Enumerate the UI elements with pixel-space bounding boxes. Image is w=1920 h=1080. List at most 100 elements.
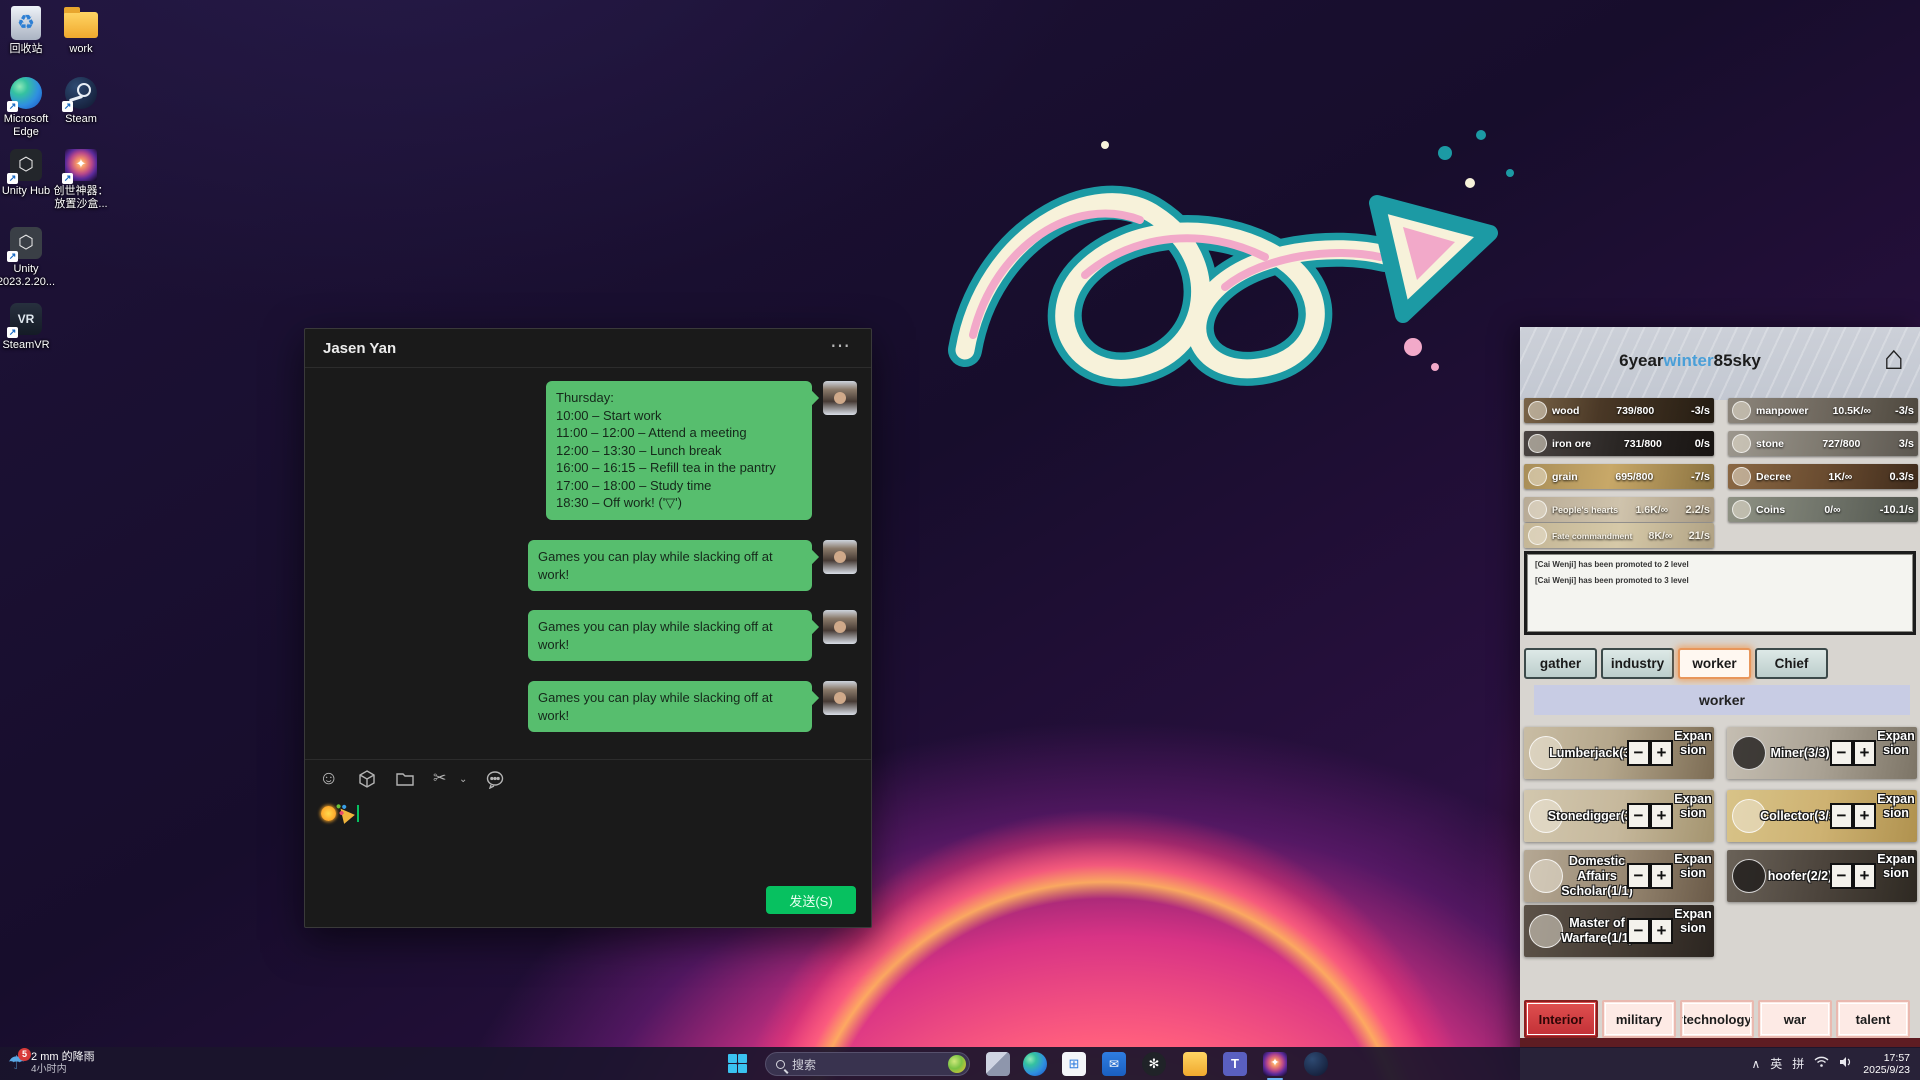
increase-worker-button[interactable]: +	[1650, 803, 1673, 829]
increase-worker-button[interactable]: +	[1650, 740, 1673, 766]
teams-icon[interactable]: T	[1223, 1052, 1247, 1076]
resource-rate: -3/s	[1691, 405, 1710, 417]
increase-worker-button[interactable]: +	[1650, 918, 1673, 944]
chat-history-icon[interactable]	[485, 769, 505, 789]
recycle-bin-icon: ♻	[11, 6, 41, 40]
expansion-button[interactable]: Expansion	[1673, 907, 1713, 935]
increase-worker-button[interactable]: +	[1853, 803, 1876, 829]
worker-portrait-icon	[1732, 736, 1766, 770]
tab-talent[interactable]: talent	[1836, 1000, 1910, 1038]
worker-card-master-of-warfare: Master of Warfare(1/1) − + Expansion	[1524, 905, 1714, 957]
resource-decree[interactable]: Decree 1K/∞ 0.3/s	[1728, 464, 1918, 489]
resource-value: 1K/∞	[1828, 471, 1852, 483]
avatar[interactable]	[823, 681, 857, 715]
unity-hub-icon: ⬡	[10, 149, 42, 181]
tab-war[interactable]: war	[1758, 1000, 1832, 1038]
edge-taskbar-icon[interactable]	[1023, 1052, 1047, 1076]
resource-icon	[1528, 467, 1547, 486]
resource-iron-ore[interactable]: iron ore 731/800 0/s	[1524, 431, 1714, 456]
icon-label: 回收站	[10, 43, 43, 56]
decrease-worker-button[interactable]: −	[1830, 803, 1853, 829]
folder-icon[interactable]	[395, 769, 415, 789]
avatar[interactable]	[823, 610, 857, 644]
text-caret	[357, 805, 359, 822]
log-line: [Cai Wenji] has been promoted to 2 level	[1535, 560, 1905, 569]
expansion-button[interactable]: Expansion	[1673, 792, 1713, 820]
emoji-icon[interactable]: ☺	[319, 769, 339, 789]
increase-worker-button[interactable]: +	[1853, 863, 1876, 889]
resource-name: Coins	[1756, 504, 1785, 516]
avatar[interactable]	[823, 381, 857, 415]
expansion-button[interactable]: Expansion	[1673, 729, 1713, 757]
desktop-icon-steamvr[interactable]: VR SteamVR	[0, 302, 62, 352]
decrease-worker-button[interactable]: −	[1627, 918, 1650, 944]
ime-language-button[interactable]: 英	[1770, 1055, 1782, 1072]
tab-industry[interactable]: industry	[1601, 648, 1674, 679]
clock[interactable]: 17:57 2025/9/23	[1863, 1052, 1910, 1076]
file-transfer-icon[interactable]	[357, 769, 377, 789]
chatgpt-icon[interactable]: ✻	[1142, 1052, 1166, 1076]
resource-wood[interactable]: wood 739/800 -3/s	[1524, 398, 1714, 423]
resource-value: 10.5K/∞	[1833, 405, 1871, 417]
input-toolbar: ☺ ✂ ⌄	[319, 769, 505, 789]
tab-technology[interactable]: technology	[1680, 1000, 1754, 1038]
start-button[interactable]	[728, 1054, 748, 1074]
tab-interior[interactable]: Interior	[1524, 1000, 1598, 1038]
wifi-icon[interactable]	[1814, 1055, 1829, 1073]
task-view-button[interactable]	[986, 1052, 1010, 1076]
send-button[interactable]: 发送(S)	[766, 886, 856, 914]
resource-value: 0/∞	[1824, 504, 1840, 516]
steam-taskbar-icon[interactable]	[1304, 1052, 1328, 1076]
resource-peoples-hearts[interactable]: People's hearts 1.6K/∞ 2.2/s	[1524, 497, 1714, 522]
home-icon[interactable]: ⌂	[1883, 339, 1904, 378]
resource-value: 731/800	[1624, 438, 1662, 450]
expansion-button[interactable]: Expansion	[1673, 852, 1713, 880]
decrease-worker-button[interactable]: −	[1627, 863, 1650, 889]
title-part-blue: winter	[1664, 351, 1714, 370]
genesis-game-taskbar-icon[interactable]: ✦	[1263, 1052, 1287, 1076]
message-input[interactable]	[321, 805, 359, 822]
tab-chief[interactable]: Chief	[1755, 648, 1828, 679]
file-explorer-icon[interactable]	[1183, 1052, 1207, 1076]
expansion-button[interactable]: Expansion	[1876, 852, 1916, 880]
tray-chevron-icon[interactable]: ∧	[1751, 1057, 1760, 1071]
ime-mode-button[interactable]: 拼	[1792, 1055, 1804, 1072]
resource-coins[interactable]: Coins 0/∞ -10.1/s	[1728, 497, 1918, 522]
resource-rate: -10.1/s	[1880, 504, 1914, 516]
decrease-worker-button[interactable]: −	[1830, 740, 1853, 766]
resource-icon	[1732, 500, 1751, 519]
icon-label: SteamVR	[2, 339, 49, 352]
increase-worker-button[interactable]: +	[1853, 740, 1876, 766]
worker-card-domestic-affairs-scholar: Domestic Affairs Scholar(1/1) − + Expans…	[1524, 850, 1714, 902]
resource-fate-commandment[interactable]: Fate commandment 8K/∞ 21/s	[1524, 523, 1714, 548]
resource-grain[interactable]: grain 695/800 -7/s	[1524, 464, 1714, 489]
weather-line2: 4小时内	[31, 1064, 95, 1076]
avatar[interactable]	[823, 540, 857, 574]
volume-icon[interactable]	[1839, 1055, 1853, 1073]
desktop-icon-genesis-game[interactable]: ✦ 创世神器： 放置沙盒...	[45, 148, 117, 211]
tab-military[interactable]: military	[1602, 1000, 1676, 1038]
resource-stone[interactable]: stone 727/800 3/s	[1728, 431, 1918, 456]
decrease-worker-button[interactable]: −	[1830, 863, 1853, 889]
desktop-icon-work-folder[interactable]: work	[45, 6, 117, 56]
screenshot-icon[interactable]: ✂	[433, 769, 453, 789]
tab-worker[interactable]: worker	[1678, 648, 1751, 679]
expansion-button[interactable]: Expansion	[1876, 792, 1916, 820]
resource-manpower[interactable]: manpower 10.5K/∞ -3/s	[1728, 398, 1918, 423]
decrease-worker-button[interactable]: −	[1627, 740, 1650, 766]
expansion-button[interactable]: Expansion	[1876, 729, 1916, 757]
outlook-icon[interactable]: ✉	[1102, 1052, 1126, 1076]
search-box[interactable]: 搜索	[765, 1052, 970, 1076]
section-header: worker	[1534, 685, 1910, 715]
weather-widget[interactable]: ☂5 2 mm 的降雨 4小时内	[8, 1051, 95, 1076]
desktop-icon-unity-editor[interactable]: ⬡ Unity 2023.2.20...	[0, 226, 62, 289]
increase-worker-button[interactable]: +	[1650, 863, 1673, 889]
chevron-down-icon[interactable]: ⌄	[459, 774, 467, 785]
tab-gather[interactable]: gather	[1524, 648, 1597, 679]
resource-value: 695/800	[1615, 471, 1653, 483]
microsoft-store-icon[interactable]: ⊞	[1062, 1052, 1086, 1076]
more-menu-icon[interactable]: ⋯	[830, 333, 851, 358]
decrease-worker-button[interactable]: −	[1627, 803, 1650, 829]
desktop-icon-steam[interactable]: Steam	[45, 76, 117, 126]
icon-label: Unity Hub	[2, 185, 50, 198]
